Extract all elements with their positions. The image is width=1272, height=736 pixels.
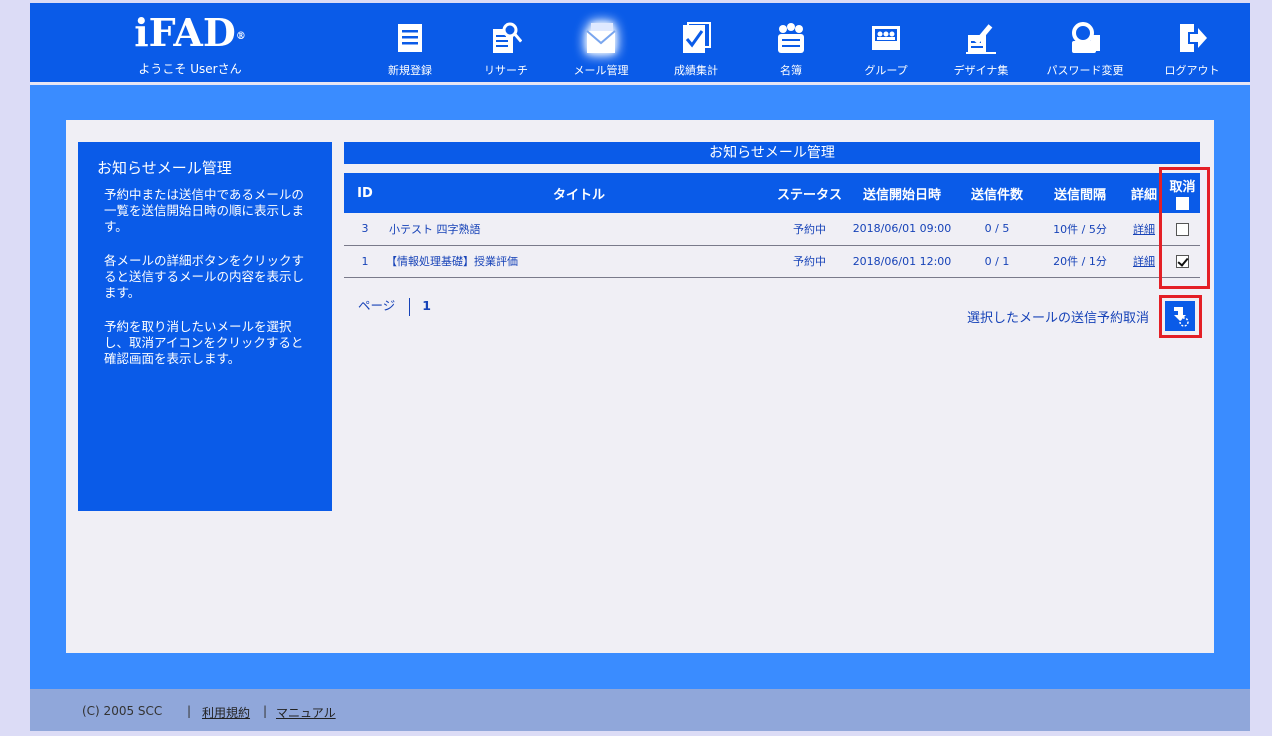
cancel-action-label: 選択したメールの送信予約取消 (967, 311, 1150, 326)
app-logo: iFAD® (134, 10, 246, 55)
cancel-checkbox[interactable] (1176, 222, 1189, 236)
nav-label: 新規登録 (388, 64, 432, 77)
footer-bar: (C) 2005 SCC | 利用規約 | マニュアル (30, 689, 1250, 731)
select-all-checkbox[interactable] (1176, 197, 1189, 210)
row-start: 2018/06/01 09:00 (852, 222, 952, 236)
row-interval: 20件 / 1分 (1053, 255, 1107, 268)
footer-separator: | (263, 704, 268, 718)
row-count: 0 / 5 (984, 222, 1010, 236)
welcome-text: ようこそ Userさん (138, 62, 242, 76)
roster-icon (778, 23, 804, 53)
cancel-checkbox-checked[interactable] (1176, 254, 1189, 268)
nav-new-registration[interactable]: 新規登録 (362, 17, 458, 78)
cancel-reservation-icon (1174, 307, 1189, 327)
mail-table: ID タイトル ステータス 送信開始日時 送信件数 送信間隔 詳細 取消 3 小… (344, 173, 1200, 278)
new-registration-icon (398, 24, 422, 52)
nav-logout[interactable]: ログアウト (1144, 17, 1240, 78)
col-count: 送信件数 (970, 187, 1023, 203)
row-start: 2018/06/01 12:00 (852, 254, 952, 268)
table-row: 3 小テスト 四字熟語 予約中 2018/06/01 09:00 0 / 5 1… (344, 213, 1200, 245)
mail-management-icon (586, 23, 616, 53)
sidebar-paragraph: 予約中または送信中であるメールの一覧を送信開始日時の順に表示します。 (104, 187, 305, 234)
nav-grade-summary[interactable]: 成績集計 (648, 17, 744, 78)
nav-label: 名簿 (780, 64, 802, 77)
row-detail-cell: 詳細 (1123, 245, 1165, 277)
row-id: 1 (361, 254, 369, 268)
nav-password-change[interactable]: パスワード変更 (1037, 17, 1133, 78)
row-title: 小テスト 四字熟語 (389, 222, 481, 236)
nav-mail-management[interactable]: メール管理 (553, 17, 649, 78)
nav-group[interactable]: グループ (838, 17, 934, 78)
pagination: ページ 1 (358, 295, 431, 316)
row-cancel-cell (1165, 245, 1200, 277)
row-count: 0 / 1 (984, 254, 1010, 268)
row-id: 3 (361, 222, 369, 236)
footer-separator: | (187, 704, 192, 718)
grade-summary-icon (683, 22, 711, 53)
nav-designer[interactable]: デザイナ集 (933, 17, 1029, 78)
cancel-reservation-button[interactable] (1165, 301, 1195, 331)
col-detail: 詳細 (1130, 187, 1157, 203)
nav-label: グループ (864, 64, 908, 77)
col-start: 送信開始日時 (862, 187, 941, 203)
page-title: お知らせメール管理 (344, 142, 1200, 164)
sidebar-title: お知らせメール管理 (97, 159, 232, 177)
row-status: 予約中 (793, 222, 826, 236)
row-cancel-cell (1165, 213, 1200, 245)
sidebar-paragraph: 各メールの詳細ボタンをクリックすると送信するメールの内容を表示します。 (104, 253, 305, 300)
designer-icon (966, 24, 996, 54)
nav-research[interactable]: リサーチ (458, 17, 554, 78)
pagination-divider (409, 297, 411, 316)
sidebar-paragraph: 予約を取り消したいメールを選択し、取消アイコンをクリックすると確認画面を表示しま… (104, 319, 304, 366)
terms-link[interactable]: 利用規約 (202, 704, 250, 721)
research-icon (493, 22, 522, 53)
nav-label: ログアウト (1164, 64, 1220, 77)
row-title: 【情報処理基礎】授業評価 (386, 255, 518, 268)
manual-link[interactable]: マニュアル (276, 704, 336, 721)
detail-link[interactable]: 詳細 (1133, 255, 1155, 268)
page-number-current[interactable]: 1 (422, 298, 431, 313)
app-frame: iFAD® ようこそ Userさん 新規登録 リサーチ メール管理 成績集計 名… (30, 3, 1250, 731)
col-cancel: 取消 (1165, 173, 1200, 213)
col-cancel-label: 取消 (1169, 180, 1196, 195)
table-header-row: ID タイトル ステータス 送信開始日時 送信件数 送信間隔 詳細 取消 (344, 173, 1200, 213)
nav-label: パスワード変更 (1046, 64, 1124, 77)
row-status: 予約中 (793, 255, 826, 268)
password-change-icon (1072, 22, 1100, 53)
group-icon (872, 26, 900, 50)
logout-icon (1180, 24, 1207, 52)
table-row: 1 【情報処理基礎】授業評価 予約中 2018/06/01 12:00 0 / … (344, 245, 1200, 277)
row-interval: 10件 / 5分 (1053, 222, 1107, 236)
pagination-label: ページ (358, 298, 396, 313)
content-panel: お知らせメール管理 予約中または送信中であるメールの一覧を送信開始日時の順に表示… (66, 120, 1214, 653)
col-status: ステータス (776, 187, 842, 203)
nav-label: メール管理 (573, 64, 629, 77)
header-bar: iFAD® ようこそ Userさん 新規登録 リサーチ メール管理 成績集計 名… (30, 3, 1250, 85)
nav-label: リサーチ (484, 64, 528, 77)
nav-roster[interactable]: 名簿 (743, 17, 839, 78)
col-title: タイトル (552, 187, 605, 203)
nav-label: 成績集計 (674, 64, 718, 77)
copyright: (C) 2005 SCC (82, 704, 163, 718)
nav-label: デザイナ集 (953, 64, 1009, 77)
col-interval: 送信間隔 (1053, 187, 1106, 203)
detail-link[interactable]: 詳細 (1133, 223, 1155, 236)
info-sidebar: お知らせメール管理 予約中または送信中であるメールの一覧を送信開始日時の順に表示… (78, 142, 332, 511)
row-detail-cell: 詳細 (1123, 213, 1165, 245)
col-id: ID (357, 185, 373, 201)
